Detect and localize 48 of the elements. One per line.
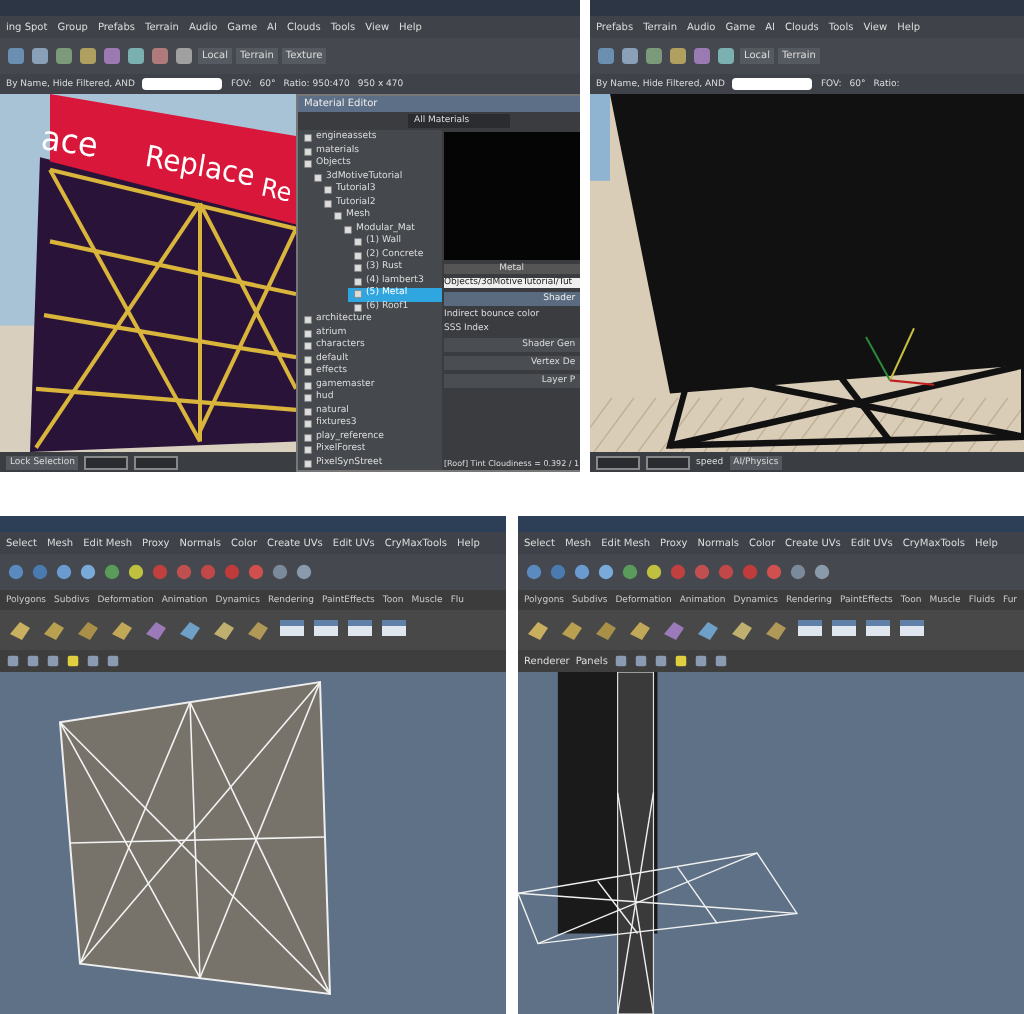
checkbox-icon [304,407,312,416]
shelf-tool-icon[interactable] [524,616,552,644]
checkbox-icon [304,368,312,377]
coordinate-field[interactable] [646,455,690,469]
checkbox-icon [304,147,312,156]
search-field[interactable] [142,78,223,90]
shelf-tool-icon[interactable] [108,616,136,644]
checkbox-icon [304,134,312,143]
checkbox-icon [354,303,362,312]
coordinate-field[interactable] [134,455,179,469]
checkbox-icon [304,329,312,338]
shelf-tool-icon[interactable] [694,616,722,644]
checkbox-icon [304,355,312,364]
shelf-tool-icon[interactable] [592,616,620,644]
checkbox-icon [304,446,312,455]
checkbox-icon [304,420,312,429]
checkbox-icon [304,316,312,325]
checkbox-icon [314,173,322,182]
checkbox-icon [334,212,342,221]
shelf-tool-icon[interactable] [762,616,790,644]
checkbox-icon [354,277,362,286]
checkbox-icon [344,225,352,234]
coordinate-field[interactable] [596,455,640,469]
checkbox-icon [354,251,362,260]
checkbox-icon [354,264,362,273]
checkbox-icon [304,459,312,468]
checkbox-icon [304,394,312,403]
shelf-tool-icon[interactable] [626,616,654,644]
shelf-tool-icon[interactable] [40,616,68,644]
shelf-tool-icon[interactable] [74,616,102,644]
material-preview [444,132,580,260]
billboard-scaffold-viewport: ace Replace Re [0,94,296,452]
checkbox-icon [304,342,312,351]
checkbox-icon [304,433,312,442]
checkbox-icon [304,160,312,169]
shelf-tool-icon[interactable] [176,616,204,644]
checkbox-icon [354,290,362,299]
checkbox-icon [354,238,362,247]
search-field[interactable] [732,78,813,90]
checkbox-icon [324,199,332,208]
shelf-tool-icon[interactable] [728,616,756,644]
shelf-tool-icon[interactable] [6,616,34,644]
shelf-tool-icon[interactable] [558,616,586,644]
shelf-tool-icon[interactable] [210,616,238,644]
coordinate-field[interactable] [84,455,129,469]
shelf-tool-icon[interactable] [244,616,272,644]
checkbox-icon [324,186,332,195]
checkbox-icon [304,381,312,390]
